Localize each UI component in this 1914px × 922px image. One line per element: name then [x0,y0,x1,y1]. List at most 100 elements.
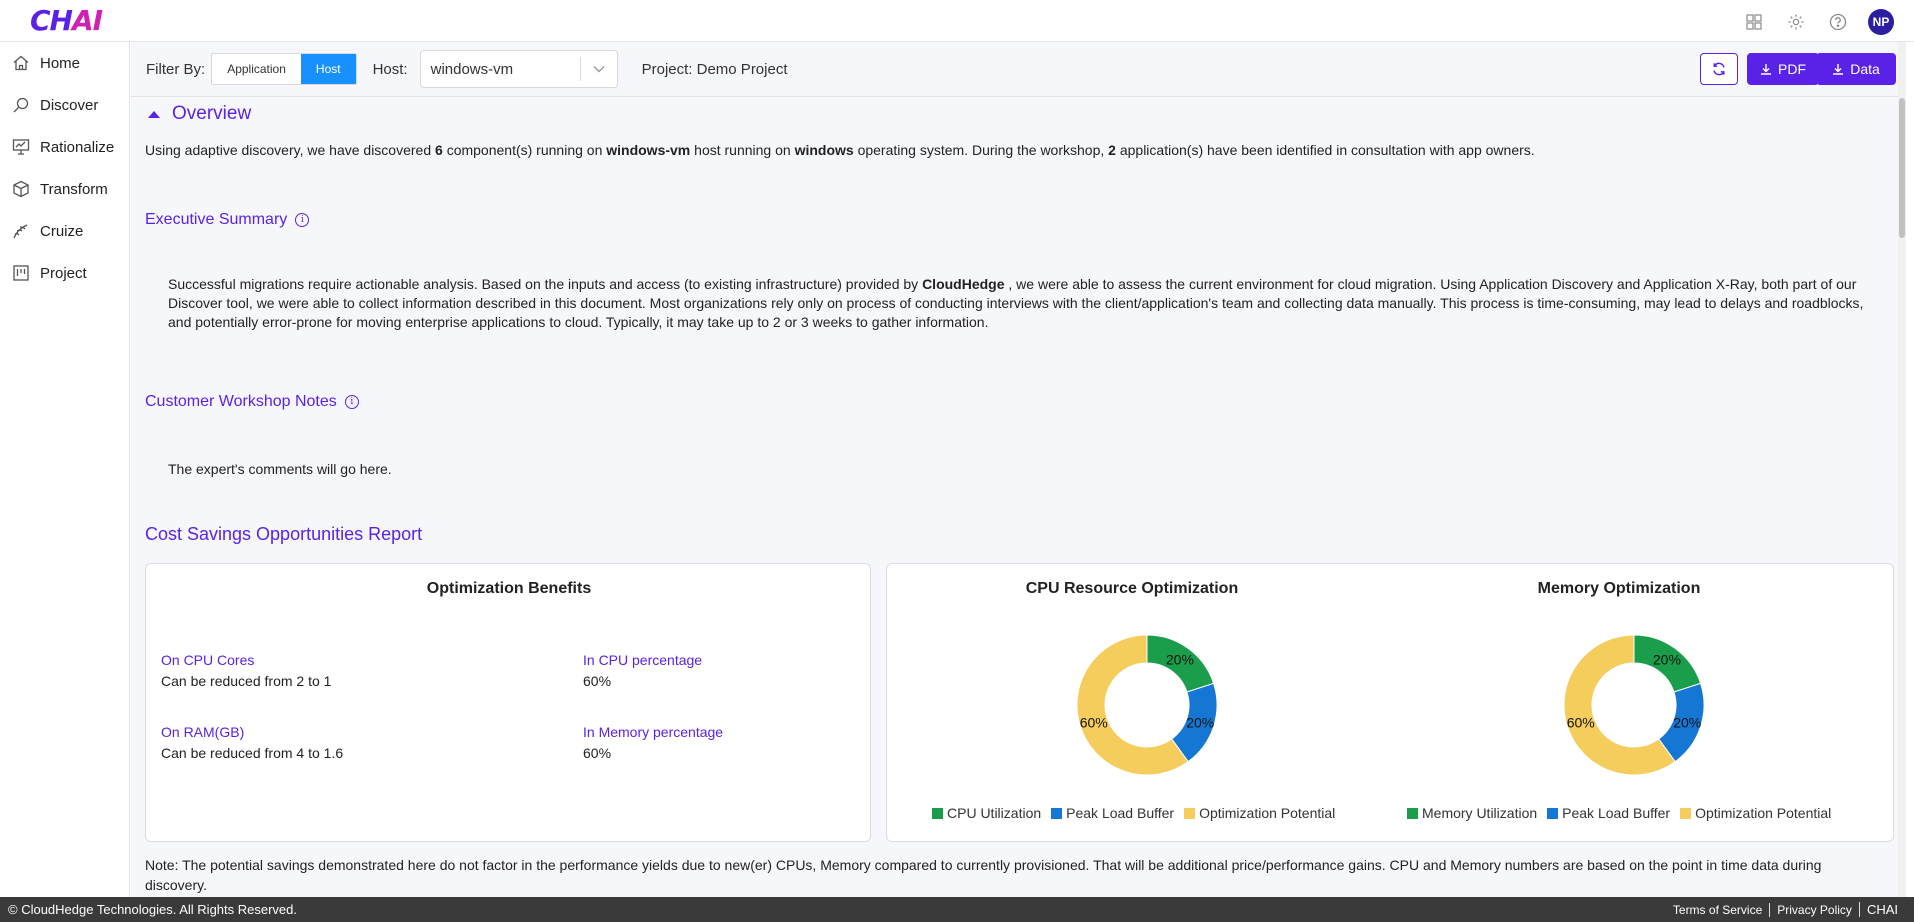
rationalize-icon [12,139,30,155]
info-icon[interactable]: i [295,213,310,227]
savings-note: Note: The potential savings demonstrated… [145,857,1822,893]
legend-item[interactable]: Optimization Potential [1184,805,1335,821]
apps-grid-icon[interactable] [1742,10,1766,34]
download-data-button[interactable]: Data [1816,53,1896,85]
sidebar-item-label: Project [40,264,87,282]
transform-icon [13,180,29,198]
sidebar-item-label: Rationalize [40,138,115,156]
metric-value: 60% [583,745,612,761]
legend-item[interactable]: Optimization Potential [1680,805,1831,821]
legend-label: Peak Load Buffer [1562,805,1671,821]
cpu-donut-chart: 20% 20% 60% [1076,634,1218,776]
cruize-icon [13,224,28,239]
donut-data-label: 20% [1653,652,1681,668]
optimization-benefits-title: Optimization Benefits [426,580,592,597]
info-icon[interactable]: i [344,395,359,409]
refresh-icon [1713,62,1725,76]
host-select[interactable]: windows-vm [419,50,618,88]
chevron-down-icon[interactable] [581,65,617,73]
cost-savings-title: Cost Savings Opportunities Report [145,524,423,544]
legend-swatch [932,807,943,819]
donut-data-label: 20% [1166,652,1194,668]
caret-up-icon [148,110,160,118]
workshop-notes-heading: Customer Workshop Notes i [145,393,359,411]
metric-label: On RAM(GB) [161,724,245,740]
legend-swatch [1680,807,1692,819]
legend-swatch [1184,807,1196,819]
metric-value: 60% [583,673,612,689]
legend-label: Optimization Potential [1695,805,1832,821]
legend-label: Memory Utilization [1422,805,1538,821]
filter-application-option[interactable]: Application [212,54,301,84]
project-name: Project: Demo Project [641,60,788,78]
privacy-link[interactable]: Privacy Policy [1769,902,1859,917]
sidebar-item-discover[interactable]: Discover [0,84,129,126]
donut-data-label: 20% [1673,714,1701,730]
legend-item[interactable]: Peak Load Buffer [1051,805,1174,821]
metric-label: In CPU percentage [583,652,703,668]
filter-segmented-control: Application Host [211,53,357,85]
footer: © CloudHedge Technologies. All Rights Re… [0,897,1914,922]
workshop-comments: The expert's comments will go here. [168,461,392,477]
legend-label: CPU Utilization [947,805,1042,821]
settings-gear-icon[interactable] [1784,10,1808,34]
workshop-notes-title: Customer Workshop Notes [145,393,337,410]
help-icon[interactable] [1826,10,1850,34]
download-pdf-button[interactable]: PDF [1747,53,1819,85]
executive-summary-heading: Executive Summary i [145,211,310,229]
metric-label: In Memory percentage [583,724,724,740]
sidebar: Home Discover Rationalize Transform Crui… [0,42,130,897]
sidebar-item-label: Transform [40,180,108,198]
donut-data-label: 20% [1186,714,1214,730]
legend-item[interactable]: CPU Utilization [932,805,1041,821]
host-label: Host: [372,60,408,78]
terms-link[interactable]: Terms of Service [1666,903,1769,917]
footer-brand: CHAI [1858,902,1914,917]
copyright-text: © CloudHedge Technologies. All Rights Re… [8,902,298,917]
cpu-chart-legend: CPU Utilization Peak Load Buffer Optimiz… [932,805,1335,821]
cpu-chart-title: CPU Resource Optimization [1025,580,1239,597]
vertical-scrollbar[interactable] [1898,42,1906,897]
sidebar-item-label: Discover [40,96,99,114]
sidebar-item-cruize[interactable]: Cruize [0,210,129,252]
scrollbar-thumb[interactable] [1899,98,1905,238]
sidebar-item-rationalize[interactable]: Rationalize [0,126,129,168]
sidebar-item-transform[interactable]: Transform [0,168,129,210]
refresh-button[interactable] [1700,53,1738,85]
filter-bar: Filter By: Application Host Host: window… [131,42,1906,97]
memory-chart-legend: Memory Utilization Peak Load Buffer Opti… [1407,805,1831,821]
sidebar-item-label: Home [40,54,81,72]
metric-value: Can be reduced from 2 to 1 [161,673,332,689]
filter-by-label: Filter By: [146,60,206,78]
discover-icon [13,97,29,113]
home-icon [13,55,29,71]
sidebar-item-project[interactable]: Project [0,252,129,294]
metric-value: Can be reduced from 4 to 1.6 [161,745,344,761]
executive-summary-text: Successful migrations require actionable… [168,276,1864,330]
main-content: Filter By: Application Host Host: window… [131,42,1906,897]
legend-swatch [1547,807,1559,819]
legend-swatch [1407,807,1418,819]
memory-chart-title: Memory Optimization [1537,580,1701,597]
donut-data-label: 60% [1080,714,1108,730]
legend-label: Peak Load Buffer [1066,805,1175,821]
overview-collapse-toggle[interactable]: Overview [145,103,251,125]
top-bar: CHAI NP [0,0,1914,42]
overview-summary: Using adaptive discovery, we have discov… [145,142,1535,158]
memory-donut-chart: 20% 20% 60% [1563,634,1705,776]
legend-item[interactable]: Memory Utilization [1407,805,1537,821]
legend-swatch [1051,807,1063,819]
filter-host-option[interactable]: Host [300,54,356,84]
metric-label: On CPU Cores [161,652,255,668]
executive-summary-title: Executive Summary [145,211,288,228]
user-avatar[interactable]: NP [1868,9,1894,35]
legend-label: Optimization Potential [1199,805,1336,821]
legend-item[interactable]: Peak Load Buffer [1547,805,1670,821]
optimization-charts-card: CPU Resource Optimization Memory Optimiz… [886,563,1894,842]
sidebar-item-home[interactable]: Home [0,42,129,84]
download-icon [1833,64,1844,75]
sidebar-item-label: Cruize [40,222,84,240]
donut-data-label: 60% [1567,714,1595,730]
chai-logo[interactable]: CHAI [30,4,103,37]
overview-title: Overview [172,103,252,124]
